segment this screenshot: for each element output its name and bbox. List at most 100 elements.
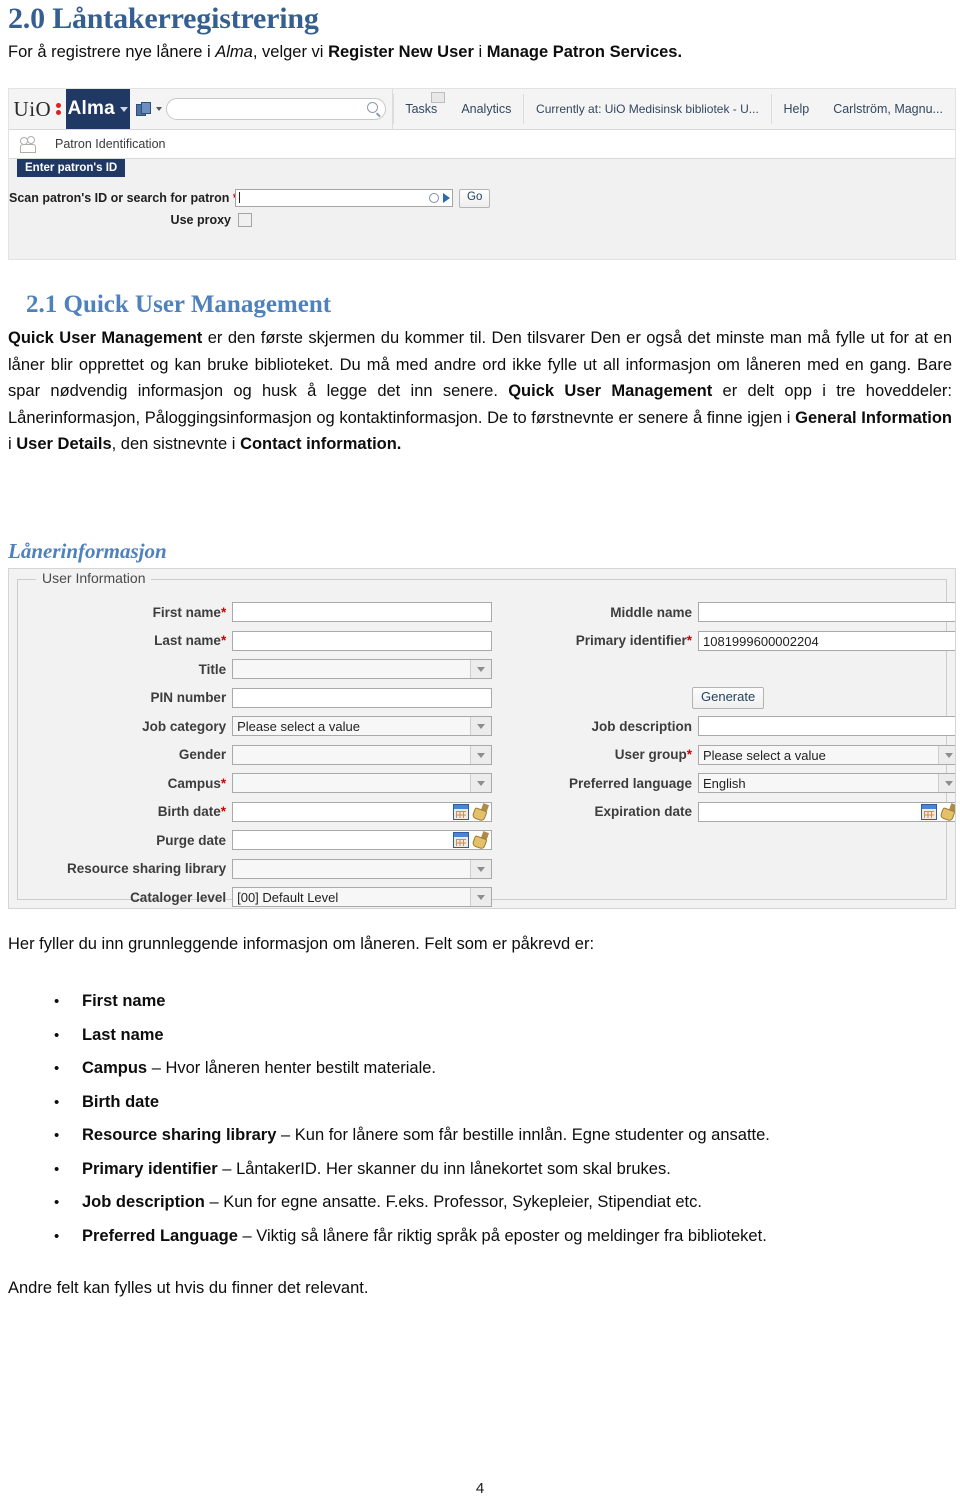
resource-sharing-library-select[interactable] [232,858,492,879]
analytics-link[interactable]: Analytics [449,89,523,129]
purge-date-label: Purge date [156,832,227,848]
field-row-cataloger-level: Cataloger level [00] Default Level [18,883,492,908]
cataloger-level-select[interactable]: [00] Default Level [232,887,492,908]
broom-clear-icon[interactable] [471,831,490,850]
user-information-legend: User Information [36,570,152,586]
user-menu[interactable]: Carlström, Magnu... [821,89,955,129]
required-asterisk: * [686,633,692,649]
campus-select[interactable] [232,773,492,794]
intro-mid: , velger vi [252,43,329,61]
first-name-input[interactable] [232,602,492,623]
campus-label: Campus* [18,776,232,791]
text-caret [239,192,240,203]
search-input[interactable] [165,98,386,120]
field-row-first-name: First name* [18,598,492,627]
chevron-down-icon [470,717,491,736]
intro-prefix: For å registrere nye lånere i [8,43,216,61]
field-row-user-group: User group* Please select a value [492,741,955,770]
notification-flag-icon [431,92,446,103]
middle-name-input[interactable] [698,602,955,623]
submit-arrow-icon[interactable] [443,193,450,203]
birth-date-input[interactable] [232,801,492,822]
intro-paragraph: For å registrere nye lånere i Alma, velg… [8,43,682,62]
alma-product-label: Alma [67,98,115,119]
last-name-input[interactable] [232,630,492,651]
field-row-expiration-date: Expiration date [492,798,955,827]
tasks-link[interactable]: Tasks [393,89,449,129]
list-item: First name [40,985,960,1019]
field-row-purge-date: Purge date [18,826,492,855]
bold-qum-2: Quick User Management [508,382,713,400]
scan-patron-input[interactable] [235,189,453,207]
job-description-input[interactable] [698,716,955,737]
user-information-fieldset: User Information First name* Last name* … [17,570,955,908]
primary-identifier-label-text: Primary identifier [575,633,687,649]
required-asterisk: * [220,804,227,820]
calendar-icon[interactable] [453,803,469,820]
help-label: Help [783,102,810,116]
bullet-term: Last name [82,1025,164,1044]
gender-select[interactable] [232,744,492,765]
uio-logo: UiO [9,89,66,129]
list-item: Job description – Kun for egne ansatte. … [40,1186,960,1220]
field-row-gender: Gender [18,741,492,770]
last-name-label-text: Last name [154,633,221,649]
use-proxy-checkbox[interactable] [238,213,252,227]
field-row-middle-name: Middle name [492,598,955,627]
currently-at-indicator[interactable]: Currently at: UiO Medisinsk bibliotek - … [524,89,771,129]
primary-identifier-label: Primary identifier* [492,633,698,648]
bullet-desc: – Kun for egne ansatte. F.eks. Professor… [204,1193,702,1211]
last-name-label: Last name* [18,633,232,648]
broom-clear-icon[interactable] [939,802,955,821]
intro-bold-manage: Manage Patron Services. [486,43,683,61]
list-item: Preferred Language – Viktig så lånere få… [40,1220,960,1254]
expiration-date-input[interactable] [698,801,955,822]
field-row-campus: Campus* [18,769,492,798]
broom-clear-icon[interactable] [471,802,490,821]
scan-patron-row: Scan patron's ID or search for patron * … [9,187,955,209]
chevron-down-icon [938,774,955,793]
birth-date-label-text: Birth date [157,804,221,820]
calendar-icon[interactable] [921,803,937,820]
after-form-text: Her fyller du inn grunnleggende informas… [8,935,595,953]
tab-strip: Enter patron's ID [9,159,955,179]
first-name-label-text: First name [152,604,221,620]
breadcrumb: Patron Identification [9,130,955,159]
user-information-left-column: First name* Last name* Title PIN number [18,598,492,908]
pin-number-input[interactable] [232,687,492,708]
chevron-down-icon [938,745,955,764]
alma-product-menu[interactable]: Alma [65,89,130,129]
field-row-resource-sharing-library: Resource sharing library [18,855,492,884]
patron-identification-body: Enter patron's ID Scan patron's ID or se… [9,159,955,259]
scope-chevron-down-icon[interactable] [155,107,162,111]
title-select[interactable] [232,659,492,680]
section-heading: 2.1 Quick User Management [26,291,332,318]
preferred-language-select[interactable]: English [698,773,955,794]
books-scope-icon[interactable] [135,101,152,117]
bullet-term: Campus [82,1059,148,1077]
list-item: Last name [40,1019,960,1053]
breadcrumb-label: Patron Identification [55,137,166,151]
purge-date-input[interactable] [232,830,492,851]
list-item: Birth date [40,1086,960,1120]
primary-identifier-input[interactable]: 1081999600002204 [698,630,955,651]
section-paragraph: Quick User Management er den første skje… [8,329,953,453]
search-icon[interactable] [429,193,439,203]
calendar-icon[interactable] [453,832,469,849]
job-category-select[interactable]: Please select a value [232,716,492,737]
list-item: Campus – Hvor låneren henter bestilt mat… [40,1052,960,1086]
bullet-term: Resource sharing library [82,1126,277,1144]
help-link[interactable]: Help [771,89,821,129]
field-row-primary-identifier: Primary identifier* 1081999600002204 [492,627,955,656]
bullet-desc: – Kun for lånere som får bestille innlån… [276,1126,770,1144]
tab-enter-patrons-id[interactable]: Enter patron's ID [17,159,126,177]
list-item: Resource sharing library – Kun for låner… [40,1119,960,1153]
go-button[interactable]: Go [459,188,491,208]
use-proxy-label: Use proxy [170,213,231,227]
required-asterisk: * [686,747,692,763]
cataloger-level-label: Cataloger level [130,889,227,905]
generate-button[interactable]: Generate [692,686,765,709]
job-category-select-value: Please select a value [237,719,360,735]
chevron-down-icon [470,660,491,679]
user-group-select[interactable]: Please select a value [698,744,955,765]
